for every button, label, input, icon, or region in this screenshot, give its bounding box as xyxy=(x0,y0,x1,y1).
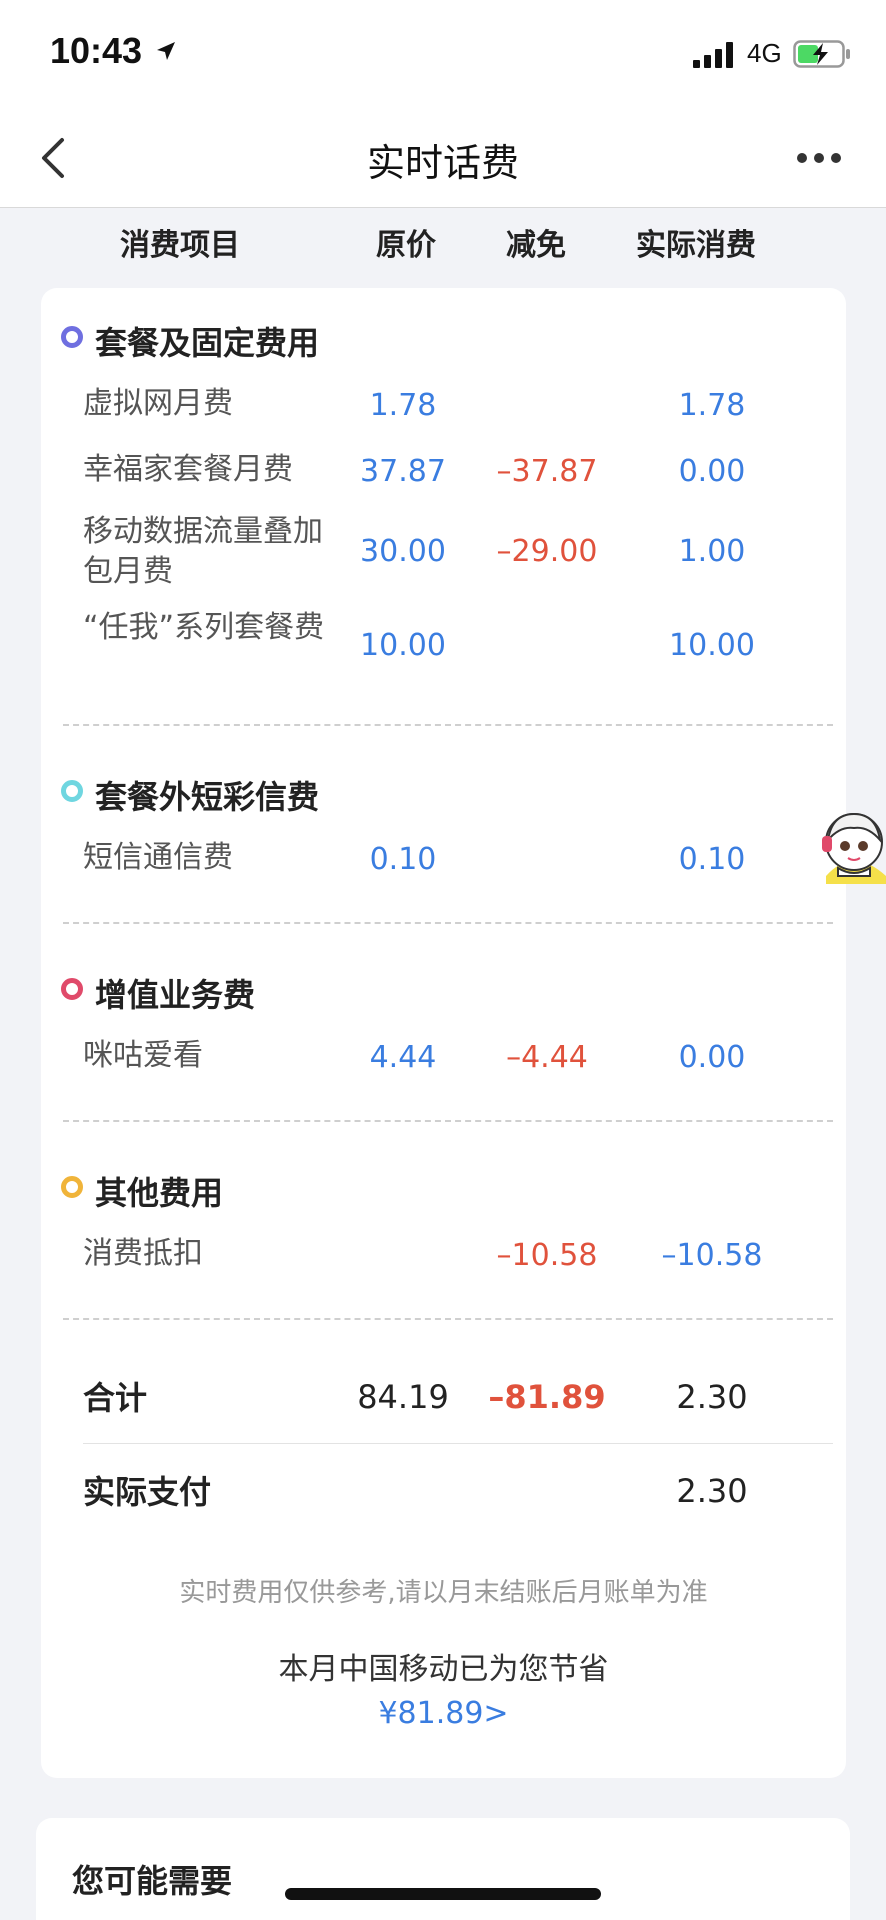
fee-name: 幸福家套餐月费 xyxy=(83,452,293,487)
recommend-card: 您可能需要 xyxy=(36,1818,850,1920)
fee-discount: –4.44 xyxy=(506,1040,588,1075)
status-time: 10:43 xyxy=(50,30,143,71)
col-original: 原价 xyxy=(376,228,436,263)
fee-actual: 1.78 xyxy=(678,388,746,423)
total-actual: 2.30 xyxy=(676,1378,748,1416)
fee-actual: 0.10 xyxy=(678,842,746,877)
recommend-title: 您可能需要 xyxy=(72,1862,233,1900)
section-title-label: 套餐外短彩信费 xyxy=(95,778,320,816)
fee-name: 短信通信费 xyxy=(83,840,233,875)
section-title-label: 增值业务费 xyxy=(95,976,256,1014)
savings-amount-link[interactable]: ¥81.89> xyxy=(41,1696,846,1731)
fee-name: 消费抵扣 xyxy=(83,1236,203,1271)
total-discount: –81.89 xyxy=(488,1378,606,1416)
signal-icon xyxy=(693,42,733,68)
section-dot-icon xyxy=(61,780,83,802)
paid-value: 2.30 xyxy=(676,1472,748,1510)
fee-discount: –10.58 xyxy=(496,1238,598,1273)
fee-actual: 0.00 xyxy=(678,454,746,489)
fee-original: 30.00 xyxy=(360,534,446,569)
fee-original: 10.00 xyxy=(360,628,446,663)
location-arrow-icon xyxy=(157,42,175,60)
billing-card: 套餐及固定费用 虚拟网月费 1.78 1.78 幸福家套餐月费 37.87 –3… xyxy=(41,288,846,1778)
section-dot-icon xyxy=(61,1176,83,1198)
col-discount: 减免 xyxy=(506,228,566,263)
more-options-icon[interactable] xyxy=(796,150,842,166)
col-item: 消费项目 xyxy=(120,228,240,263)
total-original: 84.19 xyxy=(357,1378,449,1416)
fee-actual: 0.00 xyxy=(678,1040,746,1075)
section-dot-icon xyxy=(61,978,83,1000)
fee-name: “任我”系列套餐费 xyxy=(83,610,325,645)
col-actual: 实际消费 xyxy=(636,228,756,263)
fee-name: 虚拟网月费 xyxy=(83,386,233,421)
battery-charging-icon xyxy=(793,40,850,68)
section-divider xyxy=(63,1318,833,1320)
fee-discount: –37.87 xyxy=(496,454,598,489)
paid-label: 实际支付 xyxy=(83,1473,212,1511)
fee-name: 咪咕爱看 xyxy=(83,1038,203,1073)
fee-actual: 10.00 xyxy=(669,628,755,663)
fee-actual: –10.58 xyxy=(661,1238,763,1273)
column-header: 消费项目 原价 减免 实际消费 xyxy=(0,210,886,278)
status-bar: 10:43 4G xyxy=(0,0,886,108)
section-divider xyxy=(63,1120,833,1122)
assistant-mascot-icon[interactable] xyxy=(818,806,886,884)
total-label: 合计 xyxy=(83,1379,148,1417)
disclaimer-note: 实时费用仅供参考,请以月末结账后月账单为准 xyxy=(179,1578,708,1608)
section-divider xyxy=(63,724,833,726)
total-divider xyxy=(83,1443,833,1444)
network-type: 4G xyxy=(747,38,782,68)
section-divider xyxy=(63,922,833,924)
section-title-label: 套餐及固定费用 xyxy=(95,324,320,362)
fee-original: 1.78 xyxy=(369,388,437,423)
section-title-label: 其他费用 xyxy=(95,1174,224,1212)
fee-actual: 1.00 xyxy=(678,534,746,569)
fee-name: 移动数据流量叠加包月费 xyxy=(83,514,323,589)
nav-bar: 实时话费 xyxy=(0,108,886,208)
fee-original: 0.10 xyxy=(369,842,437,877)
section-dot-icon xyxy=(61,326,83,348)
fee-original: 4.44 xyxy=(369,1040,437,1075)
fee-original: 37.87 xyxy=(360,454,446,489)
fee-discount: –29.00 xyxy=(496,534,598,569)
page-title: 实时话费 xyxy=(366,141,519,185)
savings-text: 本月中国移动已为您节省 xyxy=(278,1652,609,1687)
home-indicator[interactable] xyxy=(285,1888,601,1900)
